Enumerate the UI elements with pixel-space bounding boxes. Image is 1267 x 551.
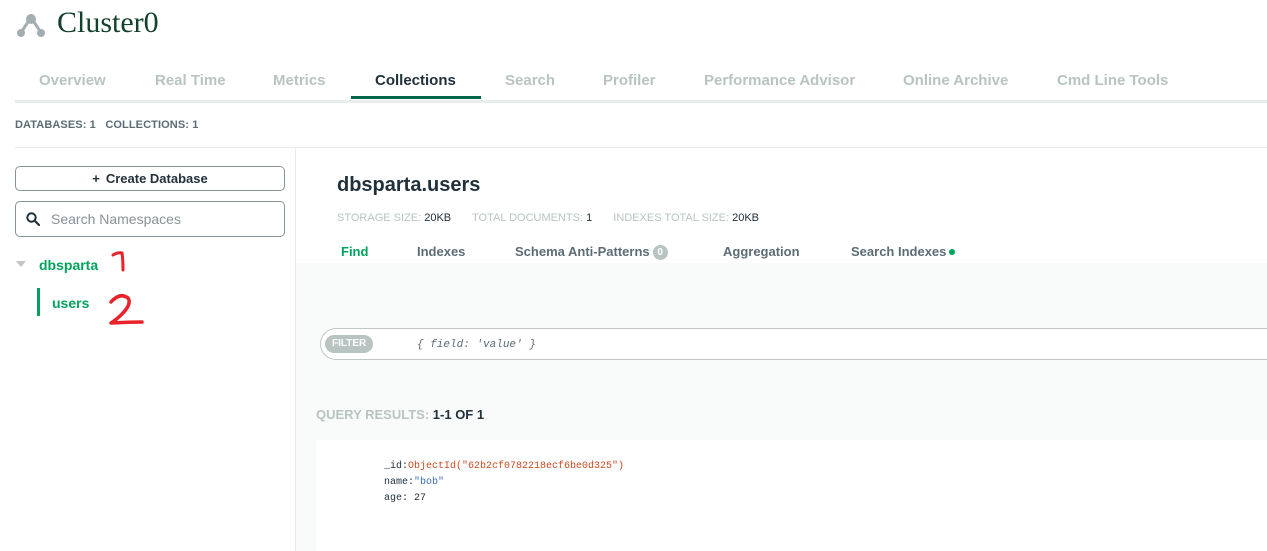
search-namespaces-input[interactable] (49, 207, 278, 231)
query-results-count: QUERY RESULTS: 1-1 OF 1 (316, 407, 485, 422)
filter-input[interactable] (415, 334, 1219, 356)
tab-cmd-line-tools[interactable]: Cmd Line Tools (1057, 72, 1168, 89)
sidebar-collection-users[interactable]: users (52, 295, 89, 311)
search-namespaces-box (15, 201, 285, 237)
filter-badge: FILTER (325, 335, 374, 353)
document-field-id: _id:ObjectId("62b2cf0782218ecf6be0d325") (384, 461, 625, 472)
sidebar-database-dbsparta[interactable]: dbsparta (39, 257, 98, 273)
search-icon (26, 212, 40, 226)
document-field-age: age: 27 (384, 493, 427, 504)
tab-collections[interactable]: Collections (375, 72, 456, 89)
create-database-label: Create Database (105, 171, 208, 186)
annotation-1 (111, 251, 125, 272)
annotation-2 (109, 294, 144, 325)
active-tab-indicator (351, 96, 481, 99)
namespace-title: dbsparta.users (337, 174, 481, 196)
tab-online-archive[interactable]: Online Archive (903, 72, 1008, 89)
tab-overview[interactable]: Overview (39, 72, 106, 89)
caret-down-icon[interactable] (16, 261, 26, 267)
filter-bar: FILTER (320, 328, 1267, 360)
cluster-icon (17, 14, 45, 37)
subtab-find[interactable]: Find (341, 244, 368, 259)
subtab-aggregation[interactable]: Aggregation (723, 244, 800, 259)
count-badge: 0 (652, 245, 668, 260)
subtab-search-indexes[interactable]: Search Indexes (851, 244, 956, 259)
plus-icon: + (92, 171, 100, 186)
horizontal-divider (15, 147, 1267, 148)
status-dot-icon (949, 249, 956, 255)
cluster-title: Cluster0 (57, 6, 159, 39)
tab-performance-advisor[interactable]: Performance Advisor (704, 72, 855, 89)
subtab-indexes[interactable]: Indexes (417, 244, 465, 259)
namespace-counts: DATABASES: 1 COLLECTIONS: 1 (15, 119, 199, 131)
collection-stats: STORAGE SIZE: 20KB TOTAL DOCUMENTS: 1 IN… (337, 212, 760, 224)
tab-real-time[interactable]: Real Time (155, 72, 226, 89)
active-collection-indicator (37, 288, 40, 316)
main-tabs: Overview Real Time Metrics Collections S… (15, 66, 1267, 103)
subtab-schema-anti-patterns[interactable]: Schema Anti-Patterns 0 (515, 244, 668, 260)
document-card[interactable]: _id:ObjectId("62b2cf0782218ecf6be0d325")… (316, 440, 1267, 551)
create-database-button[interactable]: + Create Database (15, 166, 285, 191)
document-field-name: name:"bob" (384, 477, 445, 488)
tab-search[interactable]: Search (505, 72, 555, 89)
tab-metrics[interactable]: Metrics (273, 72, 326, 89)
tab-profiler[interactable]: Profiler (603, 72, 656, 89)
